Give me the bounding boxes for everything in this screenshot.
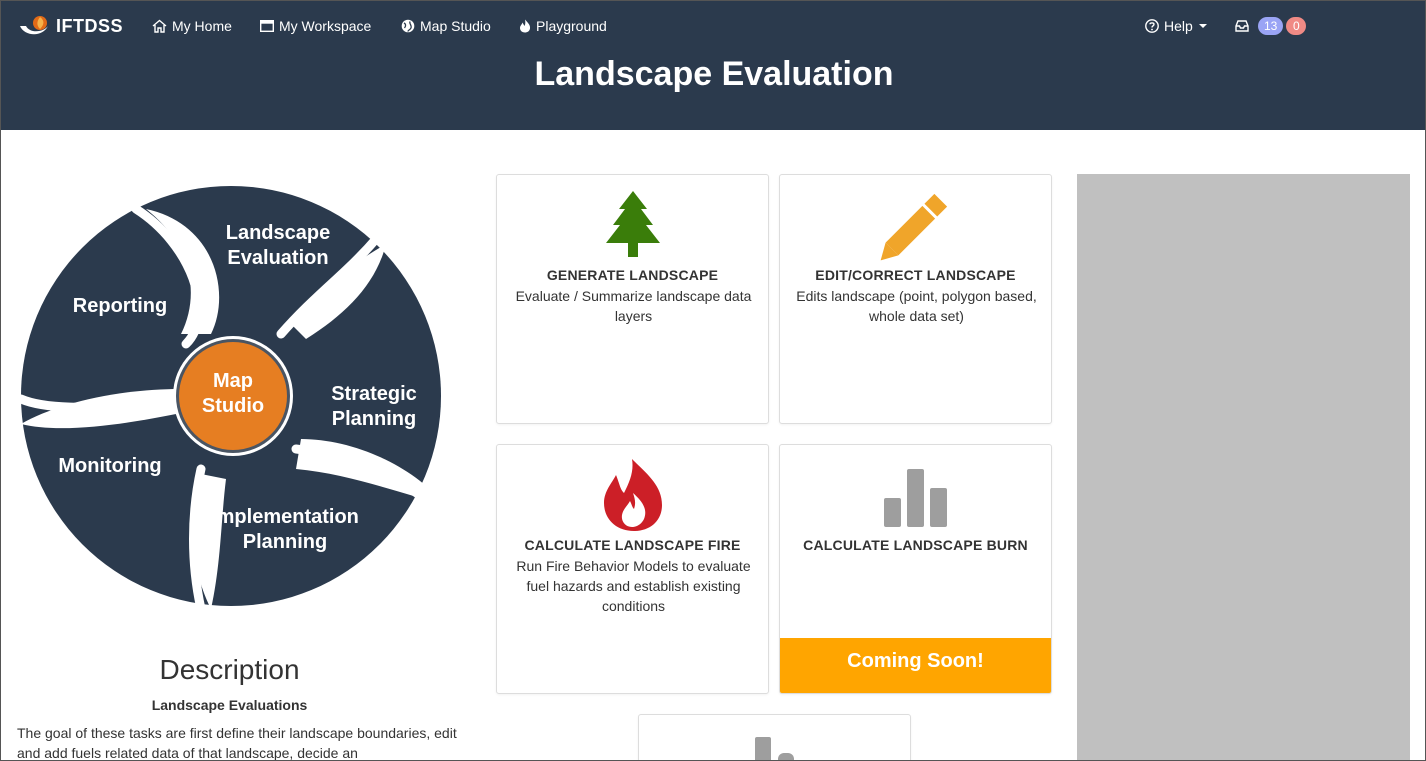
card-title: EDIT/CORRECT LANDSCAPE bbox=[815, 267, 1016, 283]
card-calculate-landscape-burn[interactable]: CALCULATE LANDSCAPE BURN Coming Soon! bbox=[779, 444, 1052, 694]
nav-playground[interactable]: Playground bbox=[519, 16, 607, 36]
page-header: IFTDSS My Home My Workspace Map Studio P… bbox=[1, 1, 1425, 130]
app-window: IFTDSS My Home My Workspace Map Studio P… bbox=[0, 0, 1426, 761]
nav-my-workspace[interactable]: My Workspace bbox=[260, 16, 371, 36]
page-title: Landscape Evaluation bbox=[534, 55, 894, 93]
card-title: CALCULATE LANDSCAPE FIRE bbox=[524, 537, 741, 553]
fire-icon bbox=[520, 19, 531, 33]
wheel-center-label-1: Map bbox=[213, 370, 253, 392]
alert-count-badge: 0 bbox=[1286, 17, 1307, 35]
chevron-down-icon bbox=[1198, 24, 1207, 28]
bar-chart-icon bbox=[883, 468, 947, 527]
tree-icon bbox=[605, 190, 660, 257]
card-calculate-landscape-fire[interactable]: CALCULATE LANDSCAPE FIRE Run Fire Behavi… bbox=[496, 444, 769, 694]
top-navbar: IFTDSS My Home My Workspace Map Studio P… bbox=[1, 1, 1425, 51]
description-text: The goal of these tasks are first define… bbox=[17, 725, 457, 761]
brand-logo[interactable]: IFTDSS bbox=[18, 12, 123, 40]
card-edit-correct-landscape[interactable]: EDIT/CORRECT LANDSCAPE Edits landscape (… bbox=[779, 174, 1052, 424]
help-label: Help bbox=[1164, 18, 1193, 34]
wheel-segment-strategic-planning-1: Strategic bbox=[331, 383, 417, 405]
card-title: CALCULATE LANDSCAPE BURN bbox=[803, 537, 1028, 553]
wheel-segment-implementation-planning-2: Planning bbox=[243, 531, 327, 553]
wheel-segment-monitoring: Monitoring bbox=[58, 455, 161, 477]
wheel-segment-strategic-planning-2: Planning bbox=[332, 408, 416, 430]
nav-my-workspace-label: My Workspace bbox=[279, 18, 372, 34]
card-description: Evaluate / Summarize landscape data laye… bbox=[515, 288, 752, 324]
window-icon bbox=[260, 20, 274, 32]
wheel-center-label-2: Studio bbox=[202, 395, 264, 417]
nav-map-studio-label: Map Studio bbox=[420, 18, 491, 34]
help-menu[interactable]: Help bbox=[1145, 16, 1207, 36]
wheel-segment-reporting: Reporting bbox=[73, 295, 167, 317]
nav-map-studio[interactable]: Map Studio bbox=[401, 16, 491, 36]
notification-count-badge: 13 bbox=[1258, 17, 1284, 35]
ad-placeholder bbox=[1077, 174, 1410, 760]
nav-my-home-label: My Home bbox=[172, 18, 232, 34]
wheel-segment-landscape-evaluation-2: Evaluation bbox=[227, 247, 328, 269]
description-subheading: Landscape Evaluations bbox=[151, 697, 308, 713]
bar-chart-icon bbox=[754, 737, 794, 760]
coming-soon-banner: Coming Soon! bbox=[780, 638, 1051, 693]
workflow-wheel-diagram: Map Studio Landscape Evaluation Strategi… bbox=[16, 186, 446, 609]
description-heading: Description bbox=[159, 654, 300, 685]
pencil-icon bbox=[880, 193, 947, 260]
wheel-segment-implementation-planning-1: Implementation bbox=[211, 506, 359, 528]
card-generate-landscape[interactable]: GENERATE LANDSCAPE Evaluate / Summarize … bbox=[496, 174, 769, 424]
nav-my-home[interactable]: My Home bbox=[152, 16, 232, 36]
brand-name: IFTDSS bbox=[56, 15, 124, 36]
fire-icon bbox=[603, 458, 662, 531]
wheel-segment-landscape-evaluation-1: Landscape bbox=[226, 222, 330, 244]
nav-playground-label: Playground bbox=[536, 18, 607, 34]
question-circle-icon bbox=[1145, 19, 1159, 33]
globe-icon bbox=[401, 19, 415, 33]
flame-swoosh-icon bbox=[20, 16, 48, 35]
card-partial[interactable] bbox=[638, 714, 911, 760]
inbox-icon bbox=[1235, 20, 1249, 32]
card-description: Run Fire Behavior Models to evaluate fue… bbox=[516, 558, 751, 614]
inbox-notifications[interactable]: 13 0 bbox=[1235, 16, 1307, 36]
card-description: Edits landscape (point, polygon based, w… bbox=[796, 288, 1037, 324]
home-icon bbox=[152, 19, 167, 33]
card-title: GENERATE LANDSCAPE bbox=[546, 267, 719, 283]
